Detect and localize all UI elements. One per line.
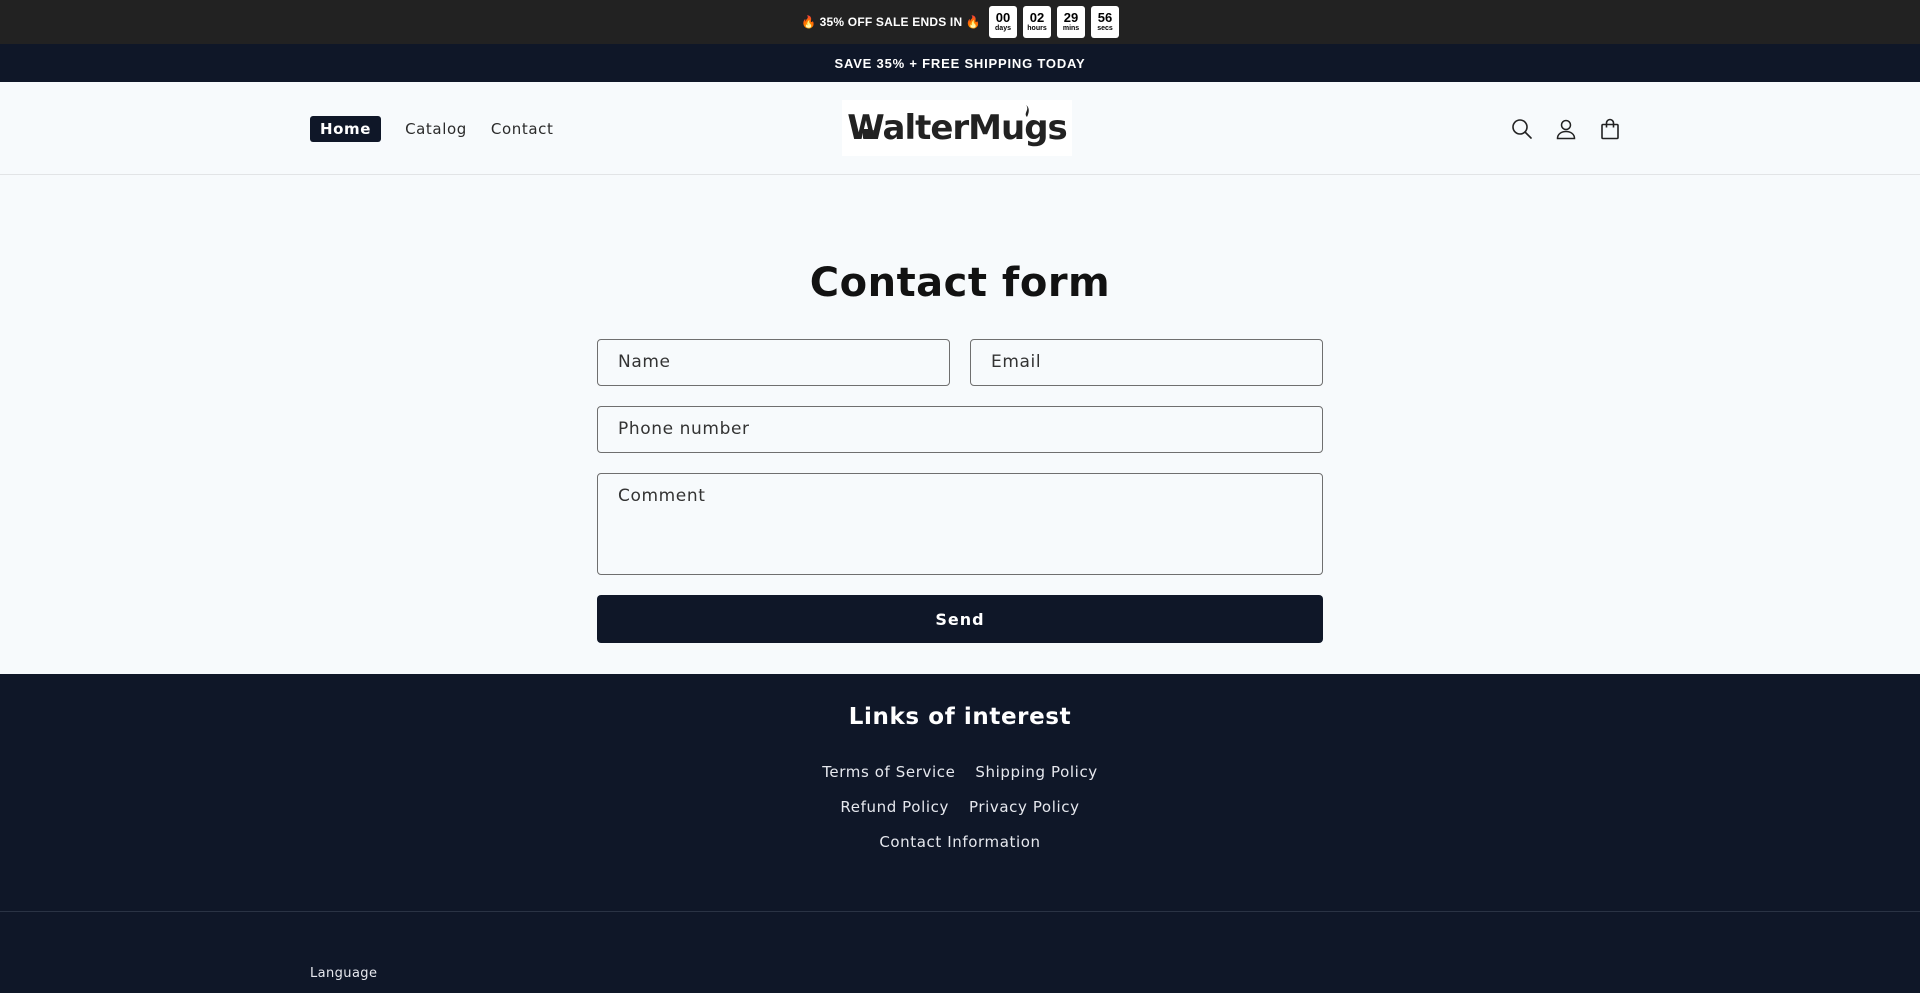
name-field[interactable]: Name xyxy=(597,339,950,386)
footer-link-privacy[interactable]: Privacy Policy xyxy=(969,798,1080,816)
site-header: Home Catalog Contact WalterMugs xyxy=(0,82,1920,175)
site-footer: Links of interest Terms of Service Shipp… xyxy=(0,674,1920,993)
cart-icon[interactable] xyxy=(1598,117,1622,141)
footer-links-row: Contact Information xyxy=(0,833,1920,851)
countdown-secs: 56 secs xyxy=(1091,6,1120,38)
countdown-bar: 🔥 35% OFF SALE ENDS IN 🔥 00 days 02 hour… xyxy=(0,0,1920,44)
countdown-days: 00 days xyxy=(989,6,1018,38)
countdown-secs-label: secs xyxy=(1097,25,1113,32)
contact-section: Contact form Name Email Phone number Com… xyxy=(0,175,1920,674)
countdown-hours: 02 hours xyxy=(1023,6,1052,38)
logo-cup-icon xyxy=(863,129,876,139)
phone-field[interactable]: Phone number xyxy=(597,406,1323,453)
header-icons xyxy=(1510,82,1622,175)
main-nav: Home Catalog Contact xyxy=(310,82,567,175)
nav-item-home[interactable]: Home xyxy=(310,115,382,142)
send-button[interactable]: Send xyxy=(597,595,1323,643)
countdown-mins: 29 mins xyxy=(1057,6,1086,38)
countdown-secs-value: 56 xyxy=(1097,10,1113,25)
email-field-label: Email xyxy=(991,352,1042,372)
email-field[interactable]: Email xyxy=(970,339,1323,386)
footer-link-contact[interactable]: Contact Information xyxy=(879,833,1040,851)
footer-link-refund[interactable]: Refund Policy xyxy=(840,798,949,816)
countdown-days-value: 00 xyxy=(995,10,1011,25)
countdown-mins-value: 29 xyxy=(1063,10,1079,25)
account-icon[interactable] xyxy=(1554,117,1578,141)
announcement-text: SAVE 35% + FREE SHIPPING TODAY xyxy=(834,55,1086,71)
footer-links-row: Terms of Service Shipping Policy xyxy=(0,763,1920,781)
page-title: Contact form xyxy=(809,260,1111,306)
site-logo[interactable]: WalterMugs xyxy=(842,100,1072,156)
search-icon[interactable] xyxy=(1510,117,1534,141)
footer-title: Links of interest xyxy=(848,704,1072,730)
countdown-mins-label: mins xyxy=(1062,25,1080,32)
footer-divider xyxy=(0,911,1920,912)
footer-link-terms[interactable]: Terms of Service xyxy=(822,763,955,781)
comment-field[interactable]: Comment xyxy=(597,473,1323,575)
phone-field-label: Phone number xyxy=(618,419,750,439)
countdown-hours-label: hours xyxy=(1027,25,1047,32)
nav-item-contact[interactable]: Contact xyxy=(481,116,564,142)
logo-steam-icon xyxy=(1025,105,1029,117)
name-field-label: Name xyxy=(618,352,671,372)
countdown-days-label: days xyxy=(995,25,1011,32)
countdown-hours-value: 02 xyxy=(1029,10,1045,25)
comment-field-label: Comment xyxy=(618,486,706,506)
language-label: Language xyxy=(310,966,378,981)
footer-link-shipping[interactable]: Shipping Policy xyxy=(975,763,1097,781)
footer-links-row: Refund Policy Privacy Policy xyxy=(0,798,1920,816)
logo-text: WalterMugs xyxy=(847,108,1068,148)
countdown-text: 🔥 35% OFF SALE ENDS IN 🔥 xyxy=(800,15,982,29)
nav-item-catalog[interactable]: Catalog xyxy=(395,116,477,142)
announcement-bar: SAVE 35% + FREE SHIPPING TODAY xyxy=(0,44,1920,82)
